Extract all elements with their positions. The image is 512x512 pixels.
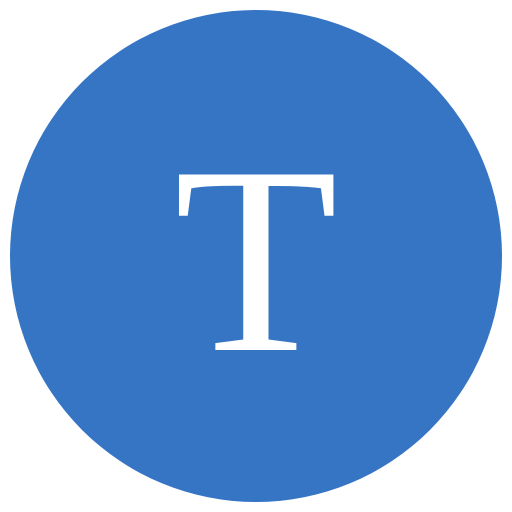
avatar[interactable]: T — [10, 10, 502, 502]
icon-canvas: T — [0, 0, 512, 512]
avatar-initial: T — [174, 111, 338, 408]
